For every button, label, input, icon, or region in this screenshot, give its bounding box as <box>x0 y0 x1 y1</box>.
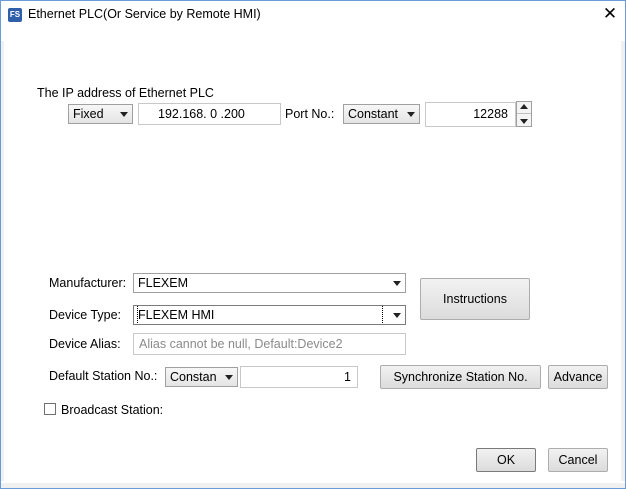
broadcast-station-label: Broadcast Station: <box>61 403 164 417</box>
device-type-select[interactable]: FLEXEM HMI <box>133 305 406 325</box>
close-icon[interactable]: ✕ <box>599 3 621 25</box>
manufacturer-select[interactable]: FLEXEM <box>133 273 406 293</box>
port-number-value: 12288 <box>473 107 508 121</box>
device-type-label: Device Type: <box>49 308 122 322</box>
device-alias-placeholder: Alias cannot be null, Default:Device2 <box>139 337 343 351</box>
title-bar: FS Ethernet PLC(Or Service by Remote HMI… <box>1 1 625 29</box>
spin-up-icon[interactable] <box>520 104 528 109</box>
background-edge-right <box>621 41 625 481</box>
advance-button[interactable]: Advance <box>548 365 608 389</box>
ip-address-input[interactable]: 192.168. 0 .200 <box>138 103 281 125</box>
window-title: Ethernet PLC(Or Service by Remote HMI) <box>28 7 261 21</box>
manufacturer-label: Manufacturer: <box>49 276 127 290</box>
device-alias-label: Device Alias: <box>49 337 121 351</box>
default-station-label: Default Station No.: <box>49 369 158 383</box>
device-type-value: FLEXEM HMI <box>137 306 383 324</box>
ip-address-label: The IP address of Ethernet PLC <box>37 86 214 100</box>
cancel-button[interactable]: Cancel <box>548 448 608 472</box>
ip-mode-value: Fixed <box>73 107 104 121</box>
port-mode-value: Constant <box>348 107 399 121</box>
device-alias-input[interactable]: Alias cannot be null, Default:Device2 <box>133 333 406 355</box>
ok-button[interactable]: OK <box>476 448 536 472</box>
station-number-value: 1 <box>344 370 351 384</box>
station-number-input[interactable]: 1 <box>240 366 358 388</box>
chevron-down-icon <box>120 112 128 117</box>
background-edge-left <box>1 41 4 481</box>
broadcast-station-checkbox[interactable] <box>44 403 56 415</box>
spinner-divider <box>517 113 531 114</box>
port-label: Port No.: <box>285 107 335 121</box>
spin-down-icon[interactable] <box>520 119 528 124</box>
ip-address-value: 192.168. 0 .200 <box>158 107 245 121</box>
synchronize-station-button[interactable]: Synchronize Station No. <box>380 365 541 389</box>
station-mode-value: Constan <box>170 370 217 384</box>
port-spinner[interactable] <box>516 101 532 127</box>
chevron-down-icon <box>407 112 415 117</box>
manufacturer-value: FLEXEM <box>138 276 189 290</box>
instructions-button[interactable]: Instructions <box>420 278 530 320</box>
app-icon: FS <box>8 8 22 22</box>
ip-mode-select[interactable]: Fixed <box>68 104 133 124</box>
port-mode-select[interactable]: Constant <box>343 104 420 124</box>
background-edge-bottom <box>1 483 625 488</box>
port-number-input[interactable]: 12288 <box>425 102 516 127</box>
chevron-down-icon <box>393 313 401 318</box>
station-mode-select[interactable]: Constan <box>165 367 238 387</box>
dialog-window: FS Ethernet PLC(Or Service by Remote HMI… <box>0 0 626 489</box>
chevron-down-icon <box>225 375 233 380</box>
chevron-down-icon <box>393 281 401 286</box>
